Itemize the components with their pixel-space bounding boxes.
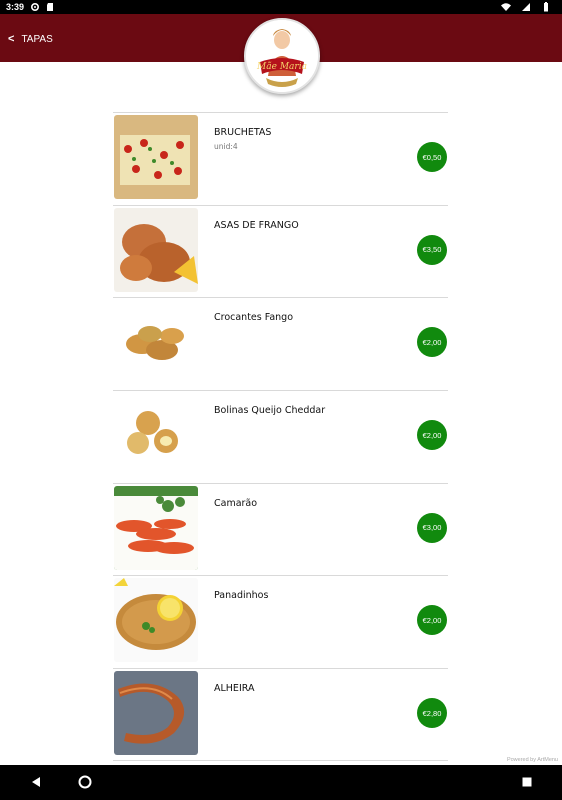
shrimp-image (114, 485, 198, 570)
status-time: 3:39 (6, 2, 25, 12)
item-name: Panadinhos (214, 590, 269, 602)
svg-text:Mãe Maria: Mãe Maria (256, 61, 307, 72)
item-name: Crocantes Fango (214, 312, 294, 324)
signal-icon (522, 3, 530, 11)
page-title: TAPAS (21, 33, 53, 45)
chicken-wings-image (114, 207, 198, 292)
menu-item[interactable]: Bolinas Queijo Cheddar €2,00 (113, 390, 448, 483)
chicken-nuggets-image (114, 300, 198, 385)
item-name: ALHEIRA (214, 683, 255, 695)
menu-item[interactable]: ALHEIRA €2,80 (113, 668, 448, 761)
price-badge[interactable]: €2,00 (417, 420, 447, 451)
menu-item[interactable]: Crocantes Fango €2,00 (113, 297, 448, 390)
wifi-icon (501, 3, 511, 11)
price-badge[interactable]: €3,50 (417, 234, 447, 265)
sausage-image (114, 671, 198, 756)
price-badge[interactable]: €2,00 (417, 327, 447, 358)
status-bar: 3:39 (0, 0, 562, 14)
item-name: ASAS DE FRANGO (214, 219, 299, 231)
item-name: BRUCHETAS (214, 127, 272, 138)
powered-by: Powered by ArtMenu (506, 757, 558, 763)
sd-card-icon (47, 3, 54, 11)
bruschetta-image (114, 115, 198, 199)
back-button[interactable]: < TAPAS (8, 33, 53, 45)
nav-home-icon[interactable] (78, 775, 92, 789)
menu-item[interactable]: BRUCHETAS unid:4 €0,50 (113, 112, 448, 205)
item-name: Camarão (214, 497, 258, 509)
breaded-cutlet-image (114, 578, 198, 663)
item-name: Bolinas Queijo Cheddar (214, 405, 326, 417)
restaurant-logo: Mãe Maria (244, 18, 320, 94)
price-badge[interactable]: €2,80 (417, 698, 447, 729)
item-subtitle: unid:4 (214, 142, 238, 151)
price-badge[interactable]: €2,00 (417, 605, 447, 636)
battery-icon (544, 2, 548, 12)
menu-item[interactable]: Panadinhos €2,00 (113, 575, 448, 668)
menu-item[interactable]: Camarão €3,00 (113, 482, 448, 576)
nav-back-icon[interactable] (29, 775, 43, 789)
back-chevron-icon: < (8, 33, 15, 45)
logo-image: Mãe Maria (246, 20, 318, 92)
menu-item[interactable]: ASAS DE FRANGO €3,50 (113, 204, 448, 298)
menu-list: BRUCHETAS unid:4 €0,50 ASAS DE FRANGO €3,50 C… (113, 112, 448, 761)
settings-icon (31, 2, 40, 12)
nav-bar (0, 765, 562, 800)
nav-recents-icon[interactable] (520, 775, 534, 789)
cheese-balls-image (114, 393, 198, 478)
price-badge[interactable]: €0,50 (417, 142, 447, 172)
price-badge[interactable]: €3,00 (417, 512, 447, 543)
